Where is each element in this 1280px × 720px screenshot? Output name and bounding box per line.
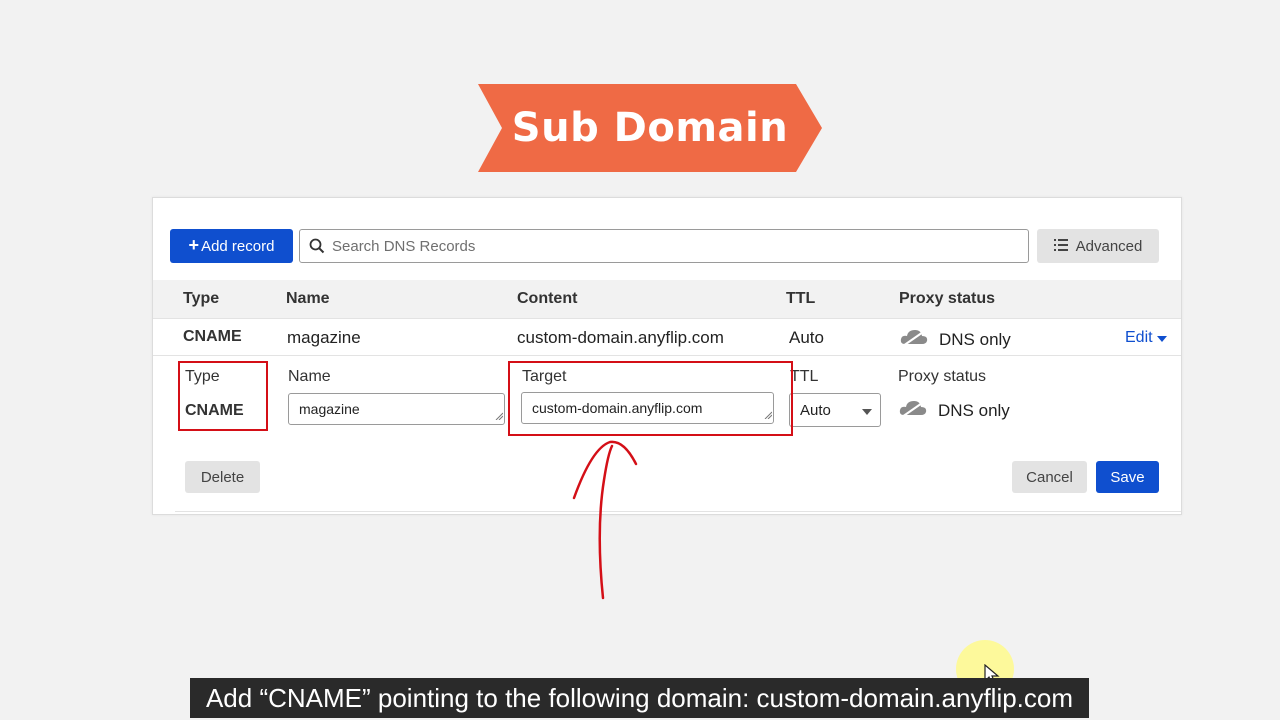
- form-ttl-label: TTL: [790, 368, 819, 385]
- form-proxy-value: DNS only: [938, 400, 1010, 420]
- advanced-button[interactable]: Advanced: [1037, 229, 1159, 263]
- header-name: Name: [286, 290, 330, 307]
- cancel-button[interactable]: Cancel: [1012, 461, 1087, 493]
- search-placeholder: Search DNS Records: [332, 237, 476, 255]
- type-highlight-box: [178, 361, 268, 431]
- add-record-button[interactable]: + Add record: [170, 229, 293, 263]
- name-input[interactable]: magazine: [288, 393, 505, 425]
- red-arrow-annotation: [572, 440, 638, 600]
- ttl-select-value: Auto: [800, 401, 831, 419]
- divider: [175, 511, 1181, 512]
- caret-down-icon: [1156, 329, 1167, 347]
- search-dns-input[interactable]: Search DNS Records: [299, 229, 1029, 263]
- cloud-icon: [898, 398, 928, 423]
- proxy-label: DNS only: [939, 329, 1011, 349]
- form-proxy-status[interactable]: DNS only: [898, 398, 1010, 423]
- edit-record-button[interactable]: Edit: [1125, 329, 1167, 347]
- add-record-label: Add record: [201, 237, 275, 255]
- edit-label: Edit: [1125, 329, 1153, 346]
- record-name: magazine: [287, 328, 361, 347]
- list-icon: [1053, 238, 1068, 255]
- resize-grip-icon[interactable]: [495, 407, 504, 423]
- chevron-down-icon: [862, 402, 872, 419]
- cloud-icon: [899, 327, 929, 352]
- record-type: CNAME: [183, 328, 242, 345]
- form-proxy-label: Proxy status: [898, 368, 987, 385]
- record-content: custom-domain.anyflip.com: [517, 328, 724, 347]
- record-proxy-status: DNS only: [899, 327, 1011, 352]
- plus-icon: +: [188, 234, 200, 255]
- header-proxy-status: Proxy status: [899, 290, 996, 307]
- sub-domain-banner: Sub Domain: [478, 84, 822, 172]
- save-button[interactable]: Save: [1096, 461, 1159, 493]
- search-icon: [302, 238, 332, 254]
- subtitle-caption: Add “CNAME” pointing to the following do…: [190, 678, 1089, 718]
- name-input-value: magazine: [299, 401, 360, 417]
- banner-title: Sub Domain: [511, 105, 789, 151]
- delete-button[interactable]: Delete: [185, 461, 260, 493]
- advanced-label: Advanced: [1075, 237, 1143, 255]
- cancel-label: Cancel: [1026, 468, 1073, 486]
- dns-records-panel: + Add record Search DNS Records Advanced…: [152, 197, 1182, 515]
- table-header: Type Name Content TTL Proxy status: [153, 280, 1181, 319]
- target-highlight-box: [508, 361, 793, 436]
- header-content: Content: [517, 290, 578, 307]
- delete-label: Delete: [200, 468, 245, 486]
- form-name-label: Name: [288, 368, 331, 385]
- save-label: Save: [1110, 468, 1145, 486]
- ttl-select[interactable]: Auto: [789, 393, 881, 427]
- header-ttl: TTL: [786, 290, 816, 307]
- record-ttl: Auto: [789, 328, 824, 347]
- header-type: Type: [183, 290, 220, 307]
- table-row[interactable]: CNAME magazine custom-domain.anyflip.com…: [153, 319, 1181, 356]
